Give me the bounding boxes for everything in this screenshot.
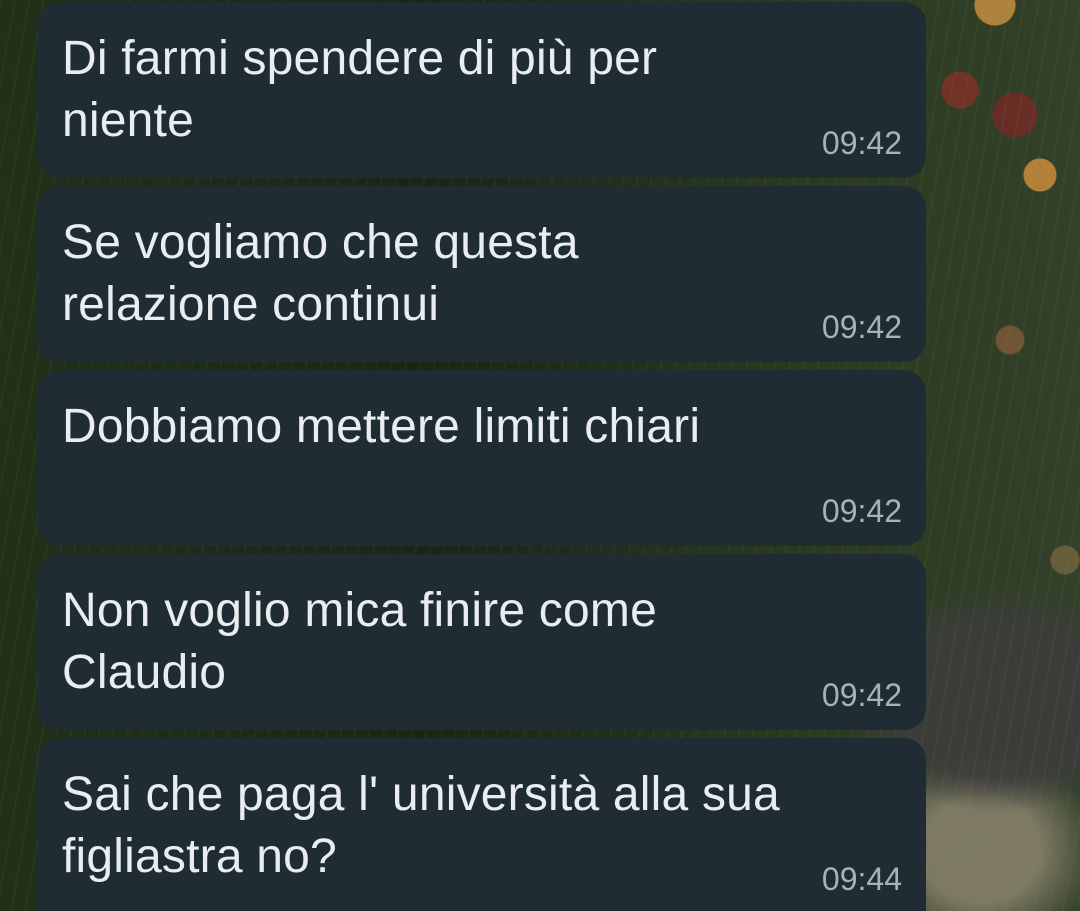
message-timestamp: 09:44 bbox=[821, 861, 902, 897]
message-bubble[interactable]: Di farmi spendere di più per niente 09:4… bbox=[38, 2, 926, 178]
message-timestamp: 09:42 bbox=[821, 493, 902, 529]
message-text: Sai che paga l' università alla sua figl… bbox=[62, 768, 780, 883]
message-text: Dobbiamo mettere limiti chiari bbox=[62, 400, 701, 453]
message-timestamp: 09:42 bbox=[821, 125, 902, 161]
message-bubble[interactable]: Sai che paga l' università alla sua figl… bbox=[38, 738, 926, 911]
message-bubble[interactable]: Se vogliamo che questa relazione continu… bbox=[38, 186, 926, 362]
message-timestamp: 09:42 bbox=[821, 309, 902, 345]
message-timestamp: 09:42 bbox=[821, 677, 902, 713]
message-text: Se vogliamo che questa relazione continu… bbox=[62, 216, 579, 331]
message-text: Di farmi spendere di più per niente bbox=[62, 32, 658, 147]
message-bubble[interactable]: Non voglio mica finire come Claudio 09:4… bbox=[38, 554, 926, 730]
message-text: Non voglio mica finire come Claudio bbox=[62, 584, 657, 699]
message-bubble[interactable]: Dobbiamo mettere limiti chiari 09:42 bbox=[38, 370, 926, 546]
